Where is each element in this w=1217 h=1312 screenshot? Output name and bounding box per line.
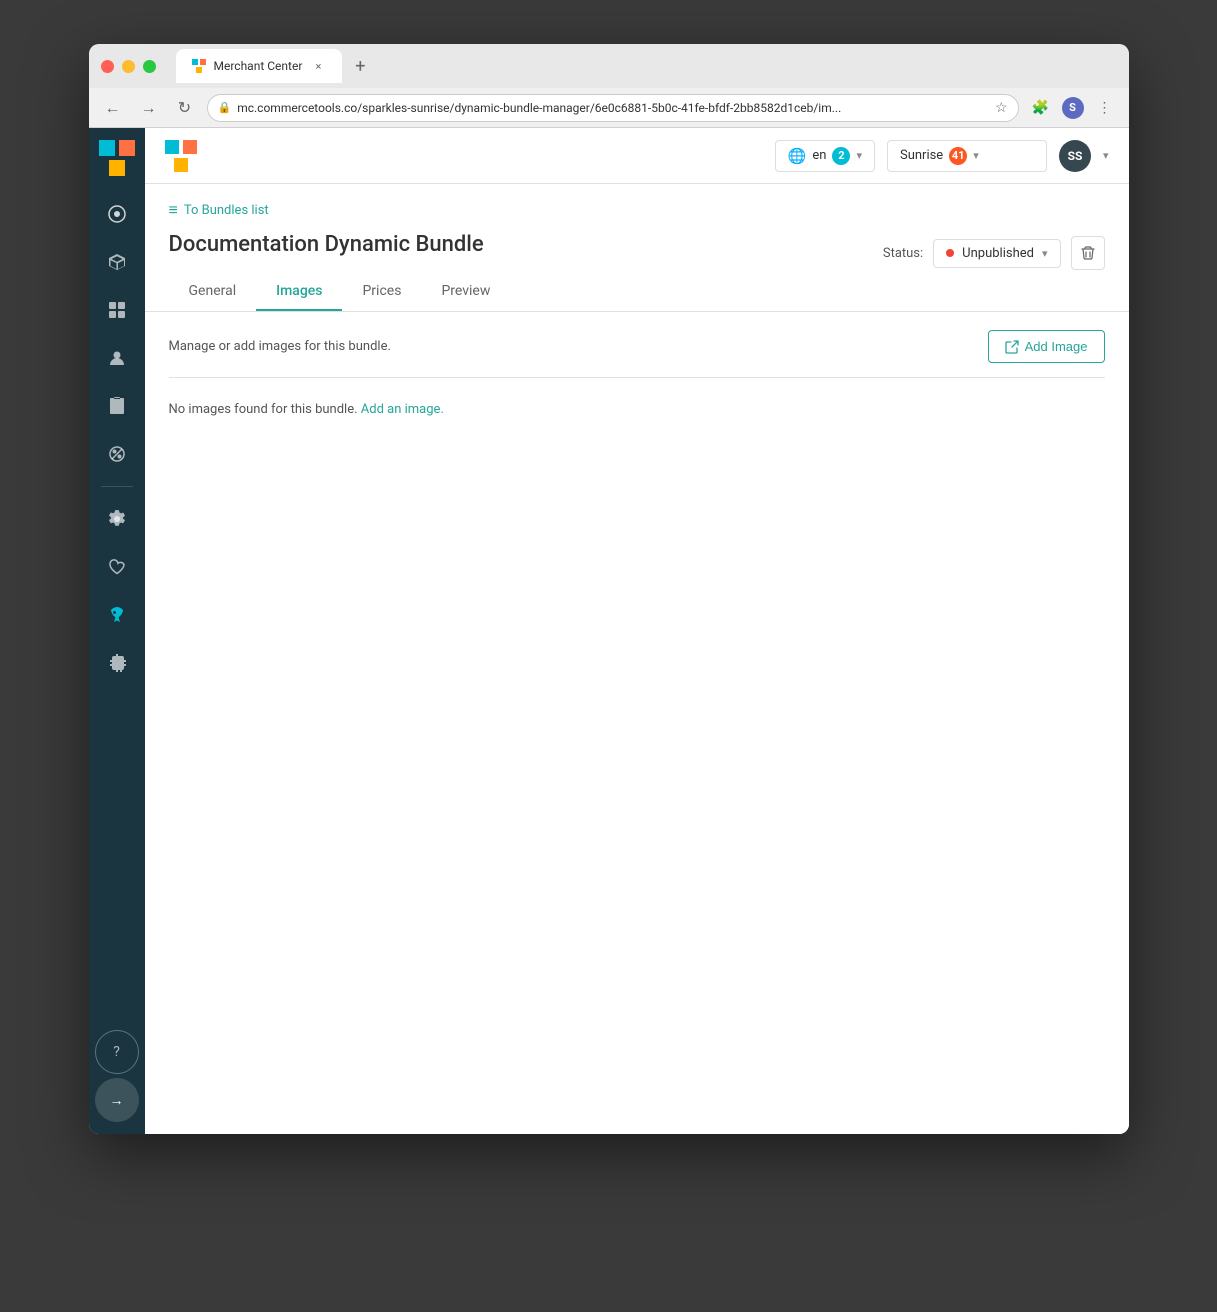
browser-toolbar: ← → ↻ 🔒 mc.commercetools.co/sparkles-sun… [89, 88, 1129, 128]
globe-icon: 🌐 [788, 147, 807, 165]
address-bar[interactable]: 🔒 mc.commercetools.co/sparkles-sunrise/d… [207, 94, 1019, 122]
lock-icon: 🔒 [218, 101, 232, 114]
empty-state-text: No images found for this bundle. [169, 402, 358, 417]
bookmark-icon[interactable]: ☆ [995, 100, 1008, 116]
project-name: Sunrise [900, 148, 943, 163]
minimize-button[interactable] [122, 60, 135, 73]
sidebar-item-forward[interactable]: → [95, 1078, 139, 1122]
tab-general[interactable]: General [169, 273, 257, 311]
project-chevron-icon: ▾ [973, 149, 979, 162]
sidebar-item-extensions[interactable] [95, 641, 139, 685]
page-body-header: Manage or add images for this bundle. Ad… [169, 312, 1105, 378]
sidebar-item-dashboard[interactable] [95, 192, 139, 236]
close-button[interactable] [101, 60, 114, 73]
page-tabs: General Images Prices Preview [169, 273, 1105, 311]
tab-close-button[interactable]: × [310, 58, 326, 74]
active-tab[interactable]: Merchant Center × [176, 49, 343, 83]
breadcrumb[interactable]: ≡ To Bundles list [169, 200, 1105, 220]
trash-icon [1080, 245, 1096, 261]
lang-count-badge: 2 [832, 147, 850, 165]
breadcrumb-icon: ≡ [169, 200, 178, 220]
sidebar-item-discounts[interactable] [95, 432, 139, 476]
status-bar: Status: Unpublished ▾ [883, 236, 1105, 270]
new-tab-button[interactable]: + [346, 52, 374, 80]
tab-images[interactable]: Images [256, 273, 342, 311]
menu-icon[interactable]: ⋮ [1091, 94, 1119, 122]
status-chevron-icon: ▾ [1042, 247, 1048, 260]
app-logo-top [165, 140, 197, 172]
status-dropdown[interactable]: Unpublished ▾ [933, 239, 1060, 268]
status-value: Unpublished [962, 246, 1034, 261]
user-menu-chevron[interactable]: ▾ [1103, 149, 1109, 162]
tab-preview[interactable]: Preview [421, 273, 510, 311]
page-body: Manage or add images for this bundle. Ad… [145, 312, 1129, 441]
project-count-badge: 41 [949, 147, 967, 165]
maximize-button[interactable] [143, 60, 156, 73]
app-container: ? → 🌐 en 2 ▾ [89, 128, 1129, 1134]
sidebar-item-orders[interactable] [95, 384, 139, 428]
add-image-button[interactable]: Add Image [988, 330, 1105, 363]
profile-icon[interactable]: S [1059, 94, 1087, 122]
tab-bar: Merchant Center × + [176, 49, 1117, 83]
sidebar-divider [101, 486, 133, 487]
toolbar-icons: 🧩 S ⋮ [1027, 94, 1119, 122]
tab-title: Merchant Center [214, 59, 303, 73]
sidebar: ? → [89, 128, 145, 1134]
delete-button[interactable] [1071, 236, 1105, 270]
language-selector[interactable]: 🌐 en 2 ▾ [775, 140, 875, 172]
project-selector[interactable]: Sunrise 41 ▾ [887, 140, 1047, 172]
breadcrumb-label: To Bundles list [184, 203, 269, 218]
external-link-icon [1005, 340, 1019, 354]
app-logo [99, 140, 135, 176]
tab-favicon [192, 59, 206, 73]
page-content: ≡ To Bundles list Documentation Dynamic … [145, 184, 1129, 1134]
sidebar-item-launch[interactable] [95, 593, 139, 637]
back-button[interactable]: ← [99, 94, 127, 122]
forward-button[interactable]: → [135, 94, 163, 122]
browser-titlebar: Merchant Center × + [89, 44, 1129, 88]
add-image-link[interactable]: Add an image. [361, 402, 444, 417]
lang-chevron-icon: ▾ [856, 149, 862, 162]
tab-prices[interactable]: Prices [342, 273, 421, 311]
page-description: Manage or add images for this bundle. [169, 339, 391, 354]
empty-state: No images found for this bundle. Add an … [169, 378, 1105, 441]
sidebar-item-products[interactable] [95, 240, 139, 284]
status-dot [946, 249, 954, 257]
url-text: mc.commercetools.co/sparkles-sunrise/dyn… [237, 101, 841, 115]
sidebar-item-help[interactable]: ? [95, 1030, 139, 1074]
sidebar-item-settings[interactable] [95, 497, 139, 541]
user-avatar[interactable]: SS [1059, 140, 1091, 172]
sidebar-bottom: ? → [95, 1030, 139, 1122]
extensions-icon[interactable]: 🧩 [1027, 94, 1055, 122]
status-label: Status: [883, 246, 923, 261]
sidebar-item-customers[interactable] [95, 336, 139, 380]
lang-code: en [812, 148, 826, 163]
sidebar-item-categories[interactable] [95, 288, 139, 332]
page-title: Documentation Dynamic Bundle [169, 232, 484, 257]
refresh-button[interactable]: ↻ [171, 94, 199, 122]
main-content: 🌐 en 2 ▾ Sunrise 41 ▾ SS ▾ [145, 128, 1129, 1134]
page-header: ≡ To Bundles list Documentation Dynamic … [145, 184, 1129, 312]
top-navbar: 🌐 en 2 ▾ Sunrise 41 ▾ SS ▾ [145, 128, 1129, 184]
sidebar-item-wishlist[interactable] [95, 545, 139, 589]
